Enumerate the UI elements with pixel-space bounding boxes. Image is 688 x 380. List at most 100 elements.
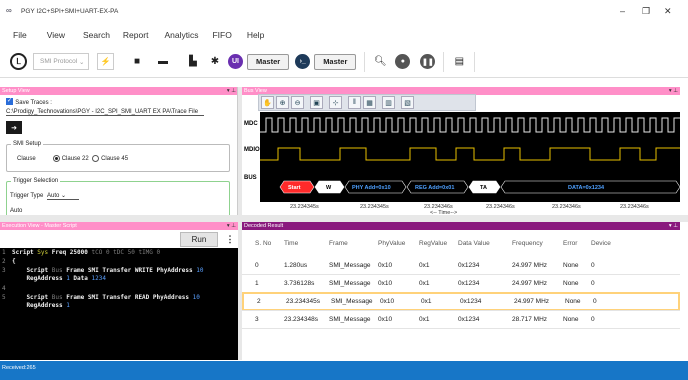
fit-icon[interactable]: ▣ [310, 96, 323, 109]
document-icon[interactable]: ▤ [452, 55, 466, 69]
auto-label: Auto [10, 208, 23, 214]
scope-toolbar: ✋ ⊕ ⊖ ▣ ⊹ ‖ ▦ ▥ ▧ [258, 94, 476, 111]
clause45-radio[interactable] [92, 155, 100, 162]
table-cell: 0 [591, 262, 595, 269]
table-cell: 1.280us [284, 262, 308, 269]
pin-icon[interactable]: ▾ ⊥ [669, 222, 678, 230]
menu-help[interactable]: Help [247, 30, 264, 40]
code-line: Script Bus Frame SMI Transfer READ PhyAd… [12, 294, 200, 301]
clause22-label: Clause 22 [61, 156, 89, 163]
menu-analytics[interactable]: Analytics [164, 30, 198, 40]
save-traces-checkbox[interactable]: ✓ [6, 98, 13, 106]
menu-fifo[interactable]: FIFO [212, 30, 231, 40]
bus-segment-reg: REG Add=0x01 [415, 185, 454, 191]
table-cell: 0x10 [378, 280, 393, 287]
clause22-radio[interactable] [53, 155, 61, 162]
chart-icon[interactable]: ▥ [382, 96, 395, 109]
trigger-icon[interactable]: ⚡ [97, 53, 114, 70]
time-tick: 23.234345s [360, 204, 389, 210]
horizontal-splitter[interactable] [0, 215, 688, 222]
line-number: 2 [2, 258, 6, 265]
table-cell: 2 [257, 298, 261, 305]
bus-decode: Start W PHY Add=0x10 REG Add=0x01 TA DAT… [279, 180, 681, 194]
code-token: Data [73, 275, 92, 282]
bus-view-panel: Bus View ▾ ⊥ ✋ ⊕ ⊖ ▣ ⊹ ‖ ▦ ▥ ▧ MDC MDIO B… [242, 87, 681, 216]
column-header: Device [591, 240, 611, 247]
code-token: tCO 0 tDC 50 tIMG 0 [91, 249, 161, 256]
table-row[interactable]: 1 3.736128s SMI_Message 0x10 0x1 0x1234 24.997… [242, 274, 680, 293]
table-cell: None [563, 262, 579, 269]
code-line: RegAddress 1 Data 1234 [12, 275, 106, 282]
waveform-display[interactable]: Start W PHY Add=0x10 REG Add=0x01 TA DAT… [260, 112, 681, 202]
zoom-in-icon[interactable]: ⊕ [276, 96, 289, 109]
save-path-field[interactable]: C:\Prodigy_Technovations\PGY - I2C_SPI_S… [6, 109, 204, 116]
trigger-type-select[interactable]: Auto ⌄ [47, 192, 80, 200]
code-line: Script Bus Frame SMI Transfer WRITE PhyA… [12, 267, 203, 274]
table-row[interactable]: 0 1.280us SMI_Message 0x10 0x1 0x1234 24.997 M… [242, 256, 680, 275]
menu-file[interactable]: File [13, 30, 27, 40]
pin-icon[interactable]: ▾ ⊥ [669, 87, 678, 95]
menu-report[interactable]: Report [123, 30, 149, 40]
record-icon[interactable]: ● [395, 54, 411, 69]
zoom-out-icon[interactable]: ⊖ [291, 96, 304, 109]
protocol-logo-icon[interactable]: ᒪ [10, 53, 27, 70]
script-editor[interactable]: 1 Script Sys Freq 25000 tCO 0 tDC 50 tIMG… [0, 249, 238, 361]
toolbar-divider-3 [474, 51, 476, 72]
app-logo-icon: ∞ [6, 6, 12, 15]
line-number: 1 [2, 249, 6, 256]
table-cell: 0 [591, 316, 595, 323]
table-cell: SMI_Message [329, 316, 371, 323]
maximize-button[interactable]: ❐ [642, 6, 650, 17]
ui-badge-icon[interactable]: UI [228, 54, 243, 69]
code-token: Frame SMI Transfer READ PhyAddress [66, 294, 193, 301]
code-token: Sys [37, 249, 52, 256]
code-token: Freq 25000 [51, 249, 92, 256]
table-cell: None [563, 280, 579, 287]
mdc-waveform [260, 117, 680, 133]
code-token: 10 [196, 267, 204, 274]
pause-icon[interactable]: ❚❚ [420, 54, 436, 69]
more-options-icon[interactable]: ⋮ [224, 232, 236, 247]
bus-segment-start: Start [288, 185, 301, 191]
hand-icon[interactable]: ✋ [261, 96, 274, 109]
folder-icon[interactable]: ▬ [156, 55, 170, 69]
minimize-button[interactable]: – [620, 6, 625, 16]
table-cell: 28.717 MHz [512, 316, 548, 323]
save-traces-row: ✓ Save Traces : [6, 97, 231, 106]
table-row[interactable]: 3 23.234348s SMI_Message 0x10 0x1 0x1234 28.71… [242, 310, 680, 329]
cursor-icon[interactable]: ‖ [348, 96, 361, 109]
table-cell: SMI_Message [329, 280, 371, 287]
pin-icon[interactable]: ▾ ⊥ [227, 222, 236, 230]
grid-icon[interactable]: ▦ [363, 96, 376, 109]
table-cell: SMI_Message [329, 262, 371, 269]
toolbar-divider [364, 51, 366, 72]
bus-segment-w: W [326, 185, 332, 191]
run-button[interactable]: Run [180, 232, 218, 247]
mdc-label: MDC [244, 121, 258, 127]
capture-icon[interactable]: ▧ [401, 96, 414, 109]
smi-setup-legend: SMI Setup [11, 141, 44, 147]
table-cell: 0x10 [378, 316, 393, 323]
master-button-2[interactable]: Master [314, 53, 357, 70]
trigger-type-label: Trigger Type [10, 193, 44, 199]
stop-icon[interactable]: ■ [130, 55, 144, 69]
terminal-icon[interactable]: ›_ [295, 54, 311, 69]
search-chart-icon[interactable]: 🔍︎ [373, 55, 387, 69]
menu-search[interactable]: Search [83, 30, 110, 40]
code-token: 10 [192, 294, 200, 301]
menu-bar: File View Search Report Analytics FIFO H… [0, 25, 264, 45]
marker-icon[interactable]: ⊹ [329, 96, 342, 109]
table-cell: 24.997 MHz [512, 262, 548, 269]
protocol-select[interactable]: SMI Protocol ⌄ [33, 53, 89, 70]
gear-icon[interactable]: ✱ [208, 55, 222, 69]
device-icon[interactable]: ▙ [186, 55, 200, 69]
close-button[interactable]: ✕ [664, 6, 672, 17]
table-cell: 1 [255, 280, 259, 287]
menu-view[interactable]: View [47, 30, 65, 40]
save-traces-label: Save Traces : [15, 100, 52, 106]
master-button-1[interactable]: Master [247, 53, 290, 70]
table-header[interactable]: S. No Time Frame PhyValue RegValue Data Value… [242, 234, 680, 253]
browse-folder-icon[interactable]: ➜ [6, 121, 22, 134]
clause-label: Clause [17, 156, 36, 163]
table-row[interactable]: 2 23.234345s SMI_Message 0x10 0x1 0x1234 24.99… [242, 292, 680, 311]
